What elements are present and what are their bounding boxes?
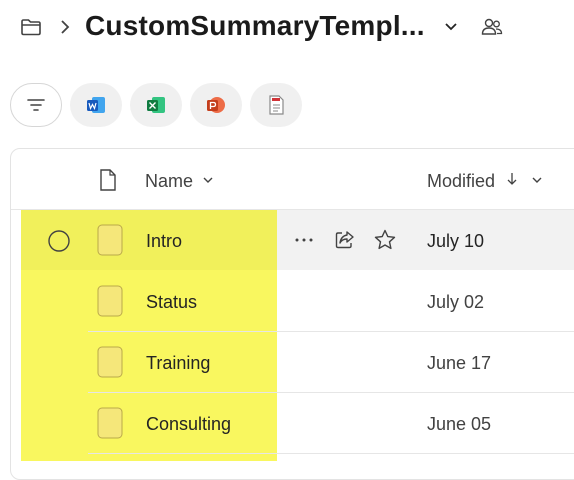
file-type-icon (100, 169, 116, 191)
row-select-radio[interactable] (47, 229, 71, 253)
page-header: CustomSummaryTempl... (0, 0, 574, 60)
chevron-right-icon (61, 20, 70, 34)
word-filter-button[interactable] (70, 83, 122, 127)
column-name-label: Name (145, 171, 194, 191)
share-icon[interactable] (334, 229, 356, 251)
row-divider (88, 331, 574, 332)
file-icon (97, 346, 123, 378)
row-divider (88, 392, 574, 393)
column-header-modified[interactable]: Modified (427, 171, 495, 192)
excel-icon (147, 97, 165, 113)
chevron-down-icon[interactable] (531, 175, 543, 185)
page-title: CustomSummaryTempl... (85, 10, 425, 41)
column-header-name[interactable]: Name (145, 171, 193, 192)
modified-date: June 05 (427, 414, 492, 434)
word-icon (87, 97, 105, 113)
pdf-icon (269, 95, 284, 115)
file-name[interactable]: Consulting (146, 414, 231, 435)
chevron-down-icon[interactable] (202, 175, 214, 185)
pdf-filter-button[interactable] (250, 83, 302, 127)
folder-icon (21, 19, 41, 36)
file-icon (97, 285, 123, 317)
filter-icon (27, 99, 45, 111)
file-name[interactable]: Status (146, 292, 197, 313)
filter-button[interactable] (10, 83, 62, 127)
powerpoint-icon (207, 97, 225, 113)
file-icon (97, 407, 123, 439)
modified-date: July 02 (427, 292, 485, 312)
more-icon[interactable] (293, 231, 315, 249)
excel-filter-button[interactable] (130, 83, 182, 127)
sort-descending-icon[interactable] (506, 171, 518, 187)
chevron-down-icon[interactable] (443, 20, 459, 34)
column-modified-label: Modified (427, 171, 496, 191)
favorite-icon[interactable] (373, 228, 397, 252)
modified-date: June 17 (427, 353, 492, 373)
powerpoint-filter-button[interactable] (190, 83, 242, 127)
row-divider (88, 453, 574, 454)
file-name[interactable]: Training (146, 353, 210, 374)
modified-date: July 10 (427, 231, 485, 251)
file-icon (97, 224, 123, 256)
share-people-icon[interactable] (481, 17, 503, 37)
file-name[interactable]: Intro (146, 231, 182, 252)
